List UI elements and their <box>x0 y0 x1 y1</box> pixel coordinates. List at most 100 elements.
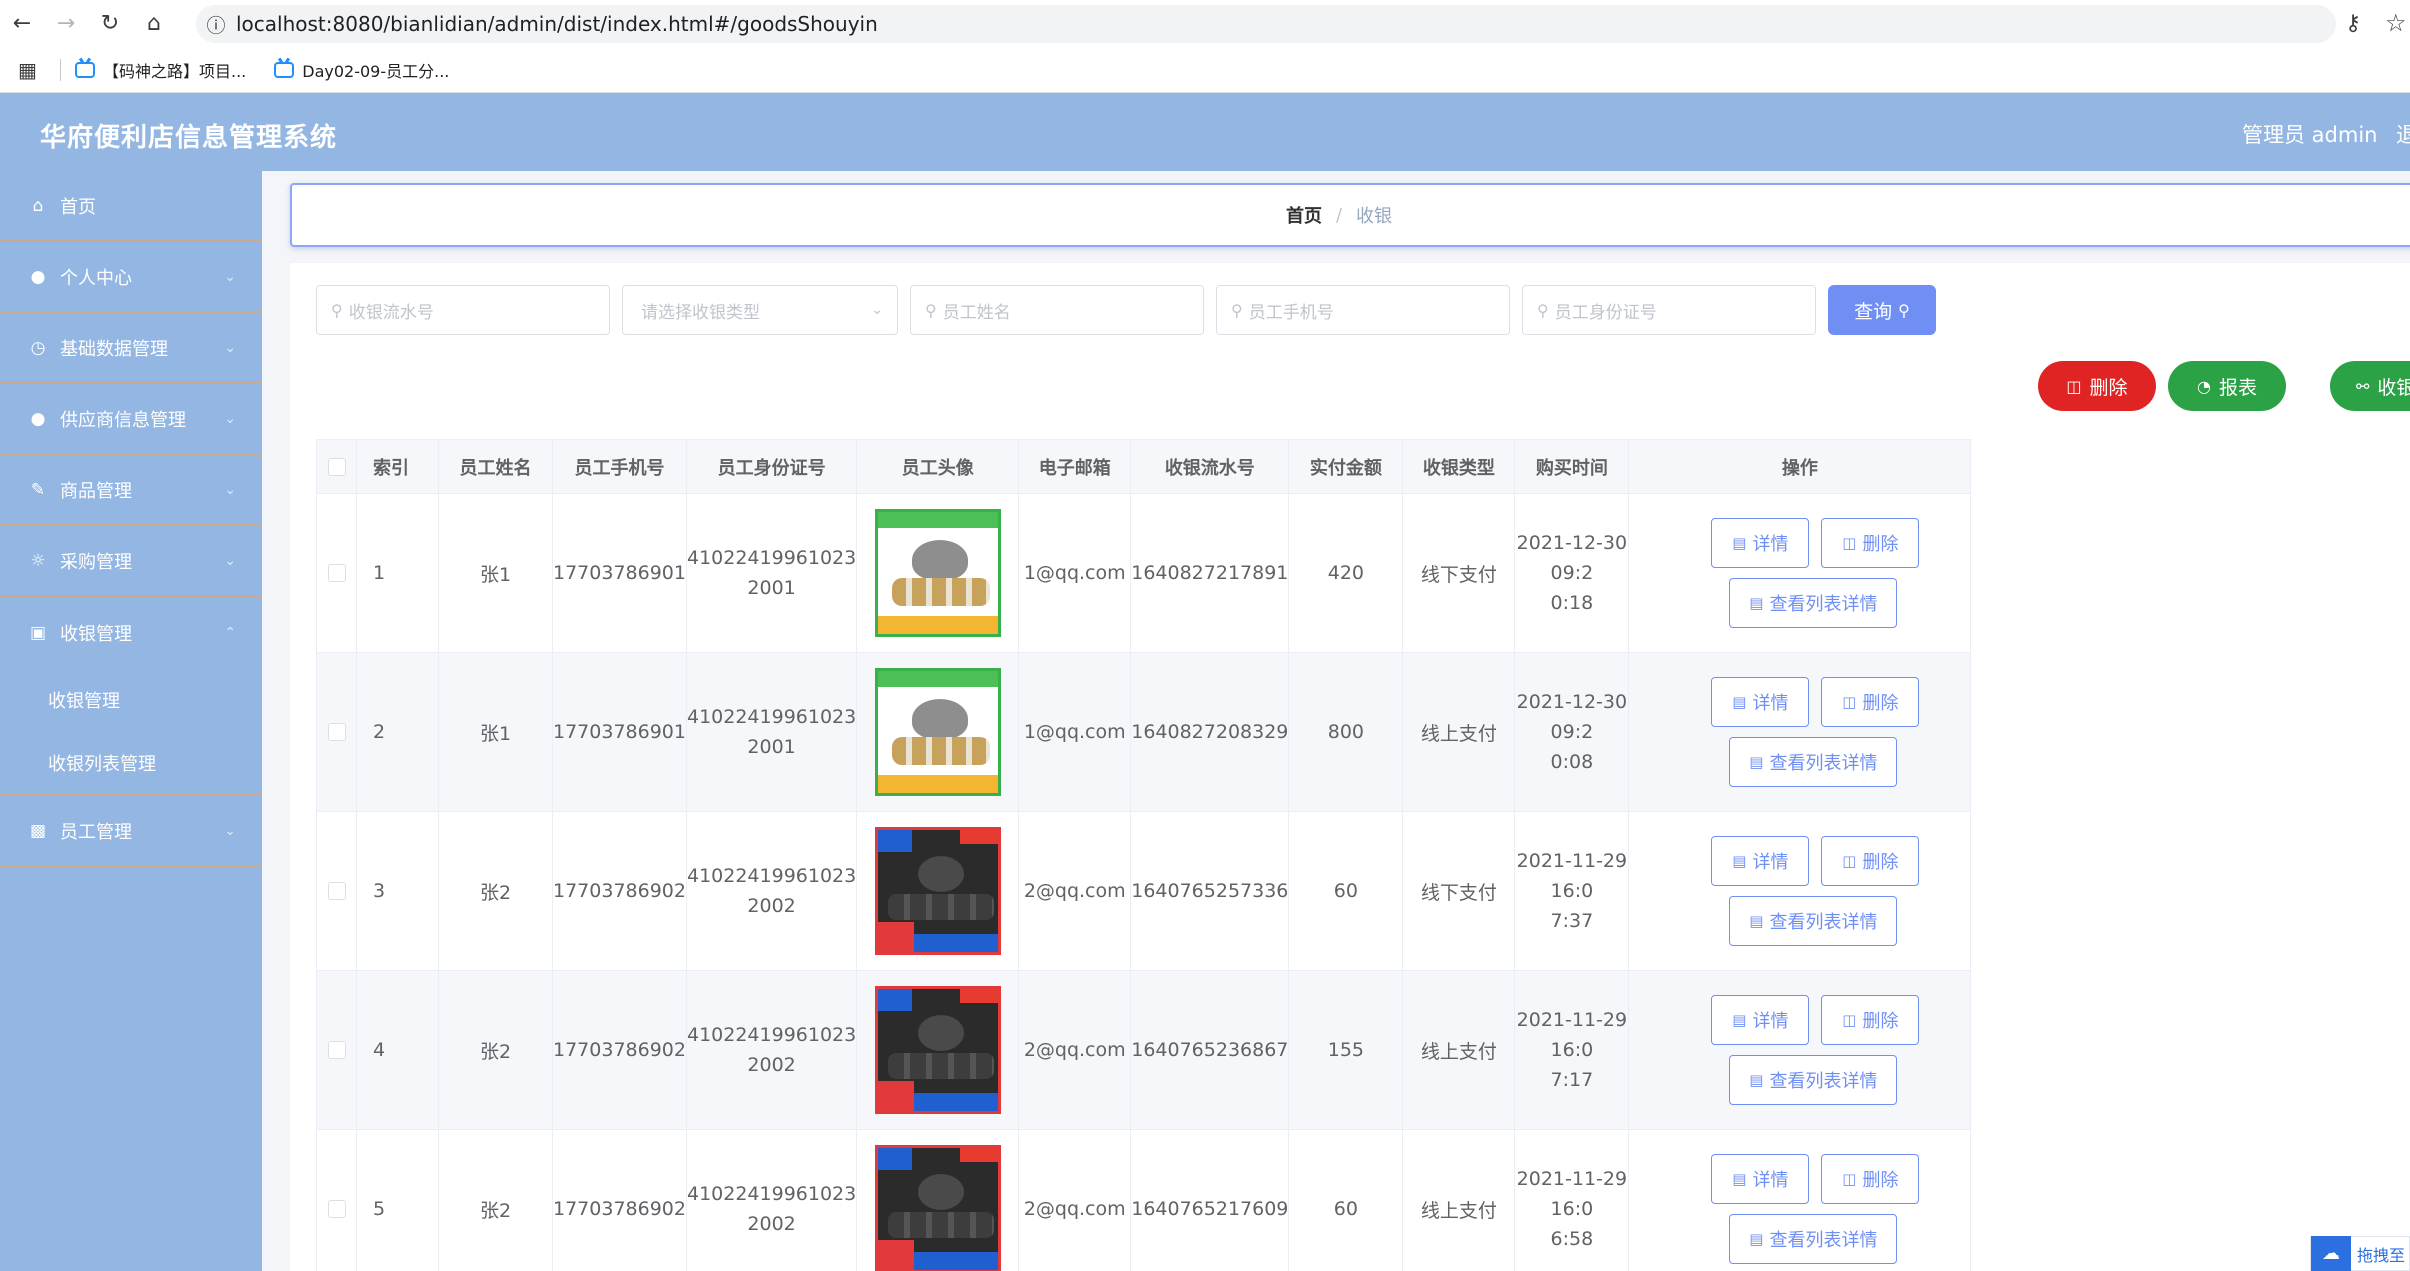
sidebar-item-purchase[interactable]: ☼ 采购管理 ⌄ <box>0 526 262 597</box>
list-detail-label: 查看列表详情 <box>1769 912 1878 933</box>
chevron-down-icon: ⌄ <box>224 481 236 498</box>
report-label: 报表 <box>2218 376 2257 399</box>
employee-avatar-image[interactable] <box>874 1145 1001 1271</box>
bookmark-label: 【码神之路】项目... <box>103 61 247 81</box>
reload-icon[interactable]: ↻ <box>88 0 132 47</box>
detail-button[interactable]: ▤ 详情 <box>1711 518 1810 568</box>
home-icon[interactable]: ⌂ <box>132 0 176 47</box>
detail-label: 详情 <box>1752 693 1789 714</box>
row-delete-button[interactable]: ◫ 删除 <box>1821 995 1920 1045</box>
logout-link[interactable]: 退 <box>2396 119 2410 149</box>
document-icon: ▤ <box>1749 594 1764 612</box>
address-bar[interactable]: ⓘ localhost:8080/bianlidian/admin/dist/i… <box>196 5 2336 43</box>
cell-index: 5 <box>356 1129 439 1271</box>
idcard-line-2: 2001 <box>747 577 796 599</box>
idcard-line-1: 41022419961023 <box>686 547 857 569</box>
employee-avatar-image[interactable] <box>874 986 1001 1114</box>
cell-phone: 17703786901 <box>552 652 687 812</box>
idcard-line-1: 41022419961023 <box>686 1024 857 1046</box>
cell-phone: 17703786902 <box>552 1129 687 1271</box>
cell-name: 张2 <box>438 970 553 1130</box>
sidebar-item-employee[interactable]: ▩ 员工管理 ⌄ <box>0 796 262 867</box>
sidebar-item-cashier[interactable]: ▣ 收银管理 ⌃ <box>0 597 262 668</box>
cell-serial: 1640765217609 <box>1130 1129 1290 1271</box>
sidebar-item-home[interactable]: ⌂ 首页 <box>0 171 262 242</box>
idcard-line-1: 41022419961023 <box>686 706 857 728</box>
employee-idcard-input[interactable]: ⚲ 员工身份证号 <box>1522 285 1816 335</box>
compass-icon: ☼ <box>30 550 46 571</box>
sidebar-item-goods[interactable]: ✎ 商品管理 ⌄ <box>0 455 262 526</box>
list-detail-button[interactable]: ▤ 查看列表详情 <box>1729 578 1898 628</box>
cell-amount: 60 <box>1288 1129 1404 1271</box>
table-header-row: 索引 员工姓名 员工手机号 员工身份证号 员工头像 电子邮箱 收银流水号 实付金… <box>316 439 1972 494</box>
baidu-upload-widget[interactable]: ☁ 拖拽至 <box>2310 1236 2410 1271</box>
query-button[interactable]: 查询 ⚲ <box>1828 285 1936 335</box>
password-key-icon[interactable]: ⚷ <box>2345 11 2361 36</box>
cell-time: 2021-12-30 09:2 0:18 <box>1514 493 1630 653</box>
cashier-type-select[interactable]: 请选择收银类型 ⌄ <box>622 285 898 335</box>
cell-type: 线下支付 <box>1402 811 1516 971</box>
cell-operations: ▤ 详情 ◫ 删除 ▤ 查看列表详情 <box>1628 811 1972 971</box>
delete-label: 删除 <box>1862 693 1899 714</box>
sidebar-item-supplier[interactable]: ● 供应商信息管理 ⌄ <box>0 384 262 455</box>
row-checkbox[interactable] <box>327 723 346 741</box>
detail-label: 详情 <box>1752 1011 1789 1032</box>
cashier-button[interactable]: ⚯ 收银 <box>2330 361 2410 411</box>
employee-avatar-image[interactable] <box>874 509 1001 637</box>
detail-button[interactable]: ▤ 详情 <box>1711 677 1810 727</box>
document-icon: ▤ <box>1749 1230 1764 1248</box>
row-checkbox[interactable] <box>327 882 346 900</box>
sidebar-subitem-cashier-list[interactable]: 收银列表管理 <box>0 731 262 794</box>
employee-avatar-image[interactable] <box>874 827 1001 955</box>
apps-grid-icon[interactable]: ▦ <box>18 58 50 82</box>
row-checkbox[interactable] <box>327 564 346 582</box>
report-button[interactable]: ◔ 报表 <box>2168 361 2286 411</box>
sidebar-item-label: 首页 <box>60 196 96 218</box>
detail-button[interactable]: ▤ 详情 <box>1711 836 1810 886</box>
sidebar-subitem-cashier[interactable]: 收银管理 <box>0 668 262 731</box>
back-icon[interactable]: ← <box>0 0 44 47</box>
time-line-2: 7:17 <box>1550 1069 1594 1091</box>
site-info-icon[interactable]: ⓘ <box>196 11 236 38</box>
app-title: 华府便利店信息管理系统 <box>40 123 338 153</box>
detail-button[interactable]: ▤ 详情 <box>1711 995 1810 1045</box>
bookmark-star-icon[interactable]: ☆ <box>2385 9 2407 37</box>
row-delete-button[interactable]: ◫ 删除 <box>1821 1154 1920 1204</box>
row-delete-button[interactable]: ◫ 删除 <box>1821 836 1920 886</box>
bilibili-icon <box>274 61 295 78</box>
url-text[interactable]: localhost:8080/bianlidian/admin/dist/ind… <box>236 12 878 36</box>
content-card: ⚲ 收银流水号 请选择收银类型 ⌄ ⚲ 员工姓名 ⚲ 员工手机号 ⚲ 员工身份证… <box>290 263 2410 1271</box>
forward-icon[interactable]: → <box>44 0 88 47</box>
detail-button[interactable]: ▤ 详情 <box>1711 1154 1810 1204</box>
sidebar-item-basic-data[interactable]: ◷ 基础数据管理 ⌄ <box>0 313 262 384</box>
sidebar-item-label: 采购管理 <box>60 551 132 573</box>
bookmark-item[interactable]: Day02-09-员工分... <box>274 58 449 82</box>
list-detail-label: 查看列表详情 <box>1769 1071 1878 1092</box>
cell-idcard: 41022419961023 2001 <box>685 493 858 653</box>
idcard-line-1: 41022419961023 <box>686 1183 857 1205</box>
row-checkbox[interactable] <box>327 1041 346 1059</box>
list-detail-button[interactable]: ▤ 查看列表详情 <box>1729 1214 1898 1264</box>
list-detail-button[interactable]: ▤ 查看列表详情 <box>1729 1055 1898 1105</box>
list-detail-button[interactable]: ▤ 查看列表详情 <box>1729 737 1898 787</box>
breadcrumb-home[interactable]: 首页 <box>1286 202 1322 228</box>
delete-button[interactable]: ◫ 删除 <box>2038 361 2156 411</box>
employee-name-input[interactable]: ⚲ 员工姓名 <box>910 285 1204 335</box>
row-delete-button[interactable]: ◫ 删除 <box>1821 518 1920 568</box>
table-row: 4 张2 17703786902 41022419961023 2002 2@qq.com… <box>316 970 1972 1130</box>
row-delete-button[interactable]: ◫ 删除 <box>1821 677 1920 727</box>
bookmark-item[interactable]: 【码神之路】项目... <box>75 58 246 82</box>
breadcrumb-separator: / <box>1335 204 1343 226</box>
list-detail-button[interactable]: ▤ 查看列表详情 <box>1729 896 1898 946</box>
employee-avatar-image[interactable] <box>874 668 1001 796</box>
time-line-2: 6:58 <box>1550 1228 1594 1250</box>
row-checkbox[interactable] <box>327 1200 346 1218</box>
cell-operations: ▤ 详情 ◫ 删除 ▤ 查看列表详情 <box>1628 493 1972 653</box>
sidebar-item-profile[interactable]: ● 个人中心 ⌄ <box>0 242 262 313</box>
employee-phone-input[interactable]: ⚲ 员工手机号 <box>1216 285 1510 335</box>
edit-icon: ✎ <box>30 479 46 500</box>
select-all-checkbox[interactable] <box>327 457 346 476</box>
list-detail-label: 查看列表详情 <box>1769 594 1878 615</box>
serial-search-input[interactable]: ⚲ 收银流水号 <box>316 285 610 335</box>
search-icon: ⚲ <box>1231 300 1243 320</box>
